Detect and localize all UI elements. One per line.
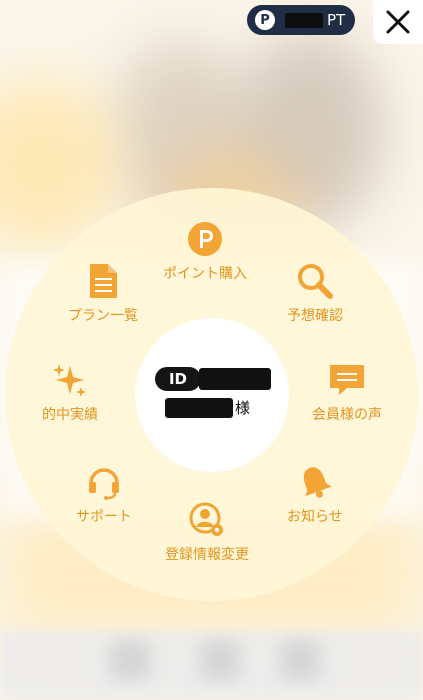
menu-label: ポイント購入 bbox=[163, 266, 247, 282]
user-id-row: ID bbox=[155, 367, 271, 391]
user-settings-icon bbox=[187, 500, 227, 540]
user-id-redacted bbox=[199, 368, 271, 390]
menu-label: 会員様の声 bbox=[312, 407, 382, 423]
headset-icon bbox=[84, 462, 124, 502]
speech-bubble-icon bbox=[327, 360, 367, 400]
close-icon bbox=[386, 10, 410, 34]
points-unit: PT bbox=[327, 11, 346, 29]
menu-label: プラン一覧 bbox=[68, 308, 138, 324]
sparkle-icon bbox=[50, 360, 90, 400]
menu-label: お知らせ bbox=[287, 509, 343, 525]
points-balance[interactable]: P PT bbox=[247, 5, 355, 35]
menu-label: 的中実績 bbox=[42, 407, 98, 423]
menu-registration-change[interactable]: 登録情報変更 bbox=[165, 500, 249, 564]
menu-notifications[interactable]: お知らせ bbox=[287, 462, 343, 526]
menu-point-purchase[interactable]: ポイント購入 bbox=[163, 219, 247, 283]
bell-icon bbox=[295, 462, 335, 502]
profile-disc bbox=[135, 318, 289, 472]
id-badge: ID bbox=[155, 367, 201, 391]
user-name-row: 様 bbox=[165, 397, 250, 418]
menu-plan-list[interactable]: プラン一覧 bbox=[68, 261, 138, 325]
menu-track-record[interactable]: 的中実績 bbox=[42, 360, 98, 424]
menu-label: サポート bbox=[76, 509, 132, 525]
honorific: 様 bbox=[235, 399, 251, 417]
user-name-redacted bbox=[165, 397, 233, 418]
menu-label: 予想確認 bbox=[287, 308, 343, 324]
menu-label: 登録情報変更 bbox=[165, 547, 249, 563]
menu-support[interactable]: サポート bbox=[76, 462, 132, 526]
close-button[interactable] bbox=[373, 0, 423, 44]
points-value-redacted bbox=[285, 12, 323, 28]
points-icon: P bbox=[255, 10, 275, 30]
point-coin-icon bbox=[185, 219, 225, 259]
menu-prediction-check[interactable]: 予想確認 bbox=[287, 261, 343, 325]
menu-member-voice[interactable]: 会員様の声 bbox=[312, 360, 382, 424]
document-icon bbox=[83, 261, 123, 301]
magnifier-icon bbox=[295, 261, 335, 301]
